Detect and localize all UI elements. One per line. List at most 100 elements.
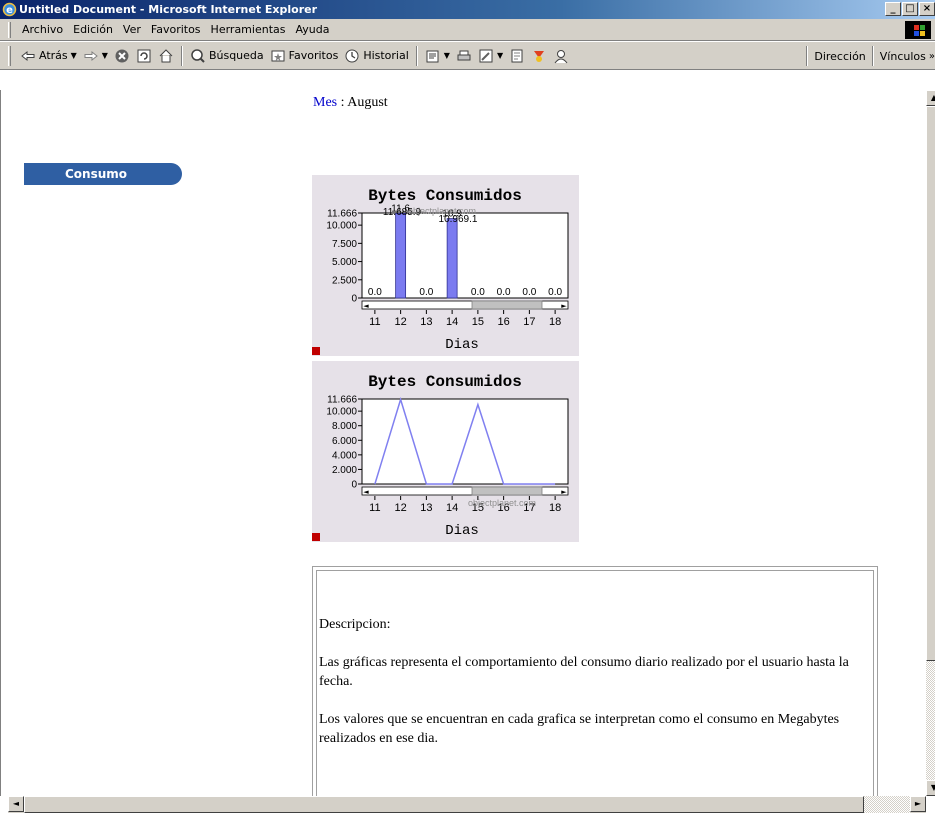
vertical-scrollbar[interactable]: ▲ ▼ xyxy=(926,90,935,796)
search-label: Búsqueda xyxy=(208,49,264,62)
x-axis-label: Dias xyxy=(445,337,479,353)
home-icon xyxy=(159,48,173,62)
forward-dropdown-icon[interactable]: ▼ xyxy=(102,51,108,60)
scroll-down-button[interactable]: ▼ xyxy=(926,780,935,796)
description-heading: Descripcion: xyxy=(319,617,391,632)
close-button[interactable]: × xyxy=(919,2,935,16)
scroller-left-arrow: ◄ xyxy=(363,302,369,310)
toolbar-grip[interactable] xyxy=(8,45,11,66)
month-value: August xyxy=(347,95,388,110)
x-tick-label: 11 xyxy=(369,502,380,514)
x-tick-label: 16 xyxy=(498,316,510,328)
menu-favoritos[interactable]: Favoritos xyxy=(146,23,206,36)
menu-ayuda[interactable]: Ayuda xyxy=(290,23,334,36)
search-button[interactable]: Búsqueda xyxy=(187,48,267,64)
mail-dropdown-icon[interactable]: ▼ xyxy=(444,51,450,60)
window-titlebar: e Untitled Document - Microsoft Internet… xyxy=(0,0,935,19)
menu-herramientas[interactable]: Herramientas xyxy=(206,23,291,36)
data-label: 0.0 xyxy=(368,287,382,298)
print-button[interactable] xyxy=(453,48,475,64)
data-label: 0.0 xyxy=(548,287,562,298)
history-label: Historial xyxy=(363,49,409,62)
toolbar-separator xyxy=(415,45,418,66)
menu-bar: Archivo Edición Ver Favoritos Herramient… xyxy=(0,19,935,41)
edit-button[interactable]: ▼ xyxy=(475,48,506,64)
stop-icon xyxy=(115,49,129,62)
y-tick-label: 0 xyxy=(351,480,357,491)
content-left-border xyxy=(0,90,8,796)
toolbar-separator xyxy=(871,46,874,66)
x-scroller-thumb xyxy=(471,486,543,496)
scroller-right-arrow: ► xyxy=(561,488,567,496)
menu-archivo[interactable]: Archivo xyxy=(17,23,68,36)
y-tick-label: 4.000 xyxy=(332,450,357,461)
consumo-nav-tab[interactable]: Consumo xyxy=(24,163,182,185)
description-box: Descripcion: Las gráficas representa el … xyxy=(312,566,878,806)
back-label: Atrás xyxy=(39,49,68,62)
printer-icon xyxy=(457,50,471,60)
description-inner: Descripcion: Las gráficas representa el … xyxy=(316,570,874,802)
legend-marker xyxy=(312,533,320,541)
x-tick-label: 18 xyxy=(549,502,561,514)
history-button[interactable]: Historial xyxy=(341,48,411,64)
x-tick-label: 14 xyxy=(446,316,458,328)
search-icon xyxy=(191,48,205,63)
description-paragraph-1: Las gráficas representa el comportamient… xyxy=(319,655,849,689)
chart-title: Bytes Consumidos xyxy=(368,373,522,391)
windows-logo-icon xyxy=(905,21,931,39)
home-button[interactable] xyxy=(155,48,177,64)
favorites-button[interactable]: Favoritos xyxy=(267,48,342,64)
links-label[interactable]: Vínculos xyxy=(877,50,929,63)
x-tick-label: 14 xyxy=(446,502,458,514)
y-tick-label: 2.500 xyxy=(332,275,357,286)
x-tick-label: 13 xyxy=(420,502,432,514)
contacts-button[interactable] xyxy=(550,48,572,64)
refresh-button[interactable] xyxy=(133,48,155,64)
line-chart-panel: Bytes Consumidos 11.666 10.000 8.000 6.000 4.… xyxy=(312,361,579,542)
y-tick-label: 5.000 xyxy=(332,257,357,268)
scroll-right-button[interactable]: ► xyxy=(910,796,926,812)
maximize-button[interactable]: □ xyxy=(902,2,918,16)
line-chart: Bytes Consumidos 11.66610.000 8.000 6.000 4.… xyxy=(312,373,569,541)
back-arrow-icon xyxy=(21,50,35,61)
discuss-button[interactable] xyxy=(506,48,528,64)
links-chevron-icon[interactable]: » xyxy=(929,51,935,62)
horizontal-scroll-thumb[interactable] xyxy=(24,796,864,813)
svg-text:e: e xyxy=(6,5,13,16)
x-tick-label: 13 xyxy=(420,316,432,328)
contacts-icon xyxy=(554,49,568,63)
back-button[interactable]: Atrás ▼ xyxy=(17,48,80,64)
messenger-button[interactable] xyxy=(528,48,550,64)
favorites-icon xyxy=(271,50,285,61)
bar-chart: Bytes Consumidos 11.66610.000 7.500 5.000 2.… xyxy=(312,187,569,355)
menu-ver[interactable]: Ver xyxy=(118,23,146,36)
menu-edicion[interactable]: Edición xyxy=(68,23,118,36)
address-label[interactable]: Dirección xyxy=(811,50,868,63)
back-dropdown-icon[interactable]: ▼ xyxy=(71,51,77,60)
vertical-scroll-thumb[interactable] xyxy=(926,106,935,661)
stop-button[interactable] xyxy=(111,48,133,64)
edit-dropdown-icon[interactable]: ▼ xyxy=(497,51,503,60)
mail-button[interactable]: ▼ xyxy=(422,48,453,64)
x-scroller-thumb xyxy=(471,300,543,310)
forward-button[interactable]: ▼ xyxy=(80,48,111,64)
watermark: objectplanet.com xyxy=(468,498,536,508)
scroll-left-button[interactable]: ◄ xyxy=(8,796,24,812)
minimize-button[interactable]: _ xyxy=(885,2,901,16)
y-tick-label: 11.666 xyxy=(327,395,357,406)
scroll-up-button[interactable]: ▲ xyxy=(926,90,935,106)
x-tick-label: 15 xyxy=(472,316,484,328)
legend-marker xyxy=(312,347,320,355)
toolbar-separator xyxy=(806,46,809,66)
toolbar-separator xyxy=(180,45,183,66)
month-label: Mes xyxy=(313,95,338,110)
y-tick-label: 11.666 xyxy=(327,209,357,220)
messenger-icon xyxy=(534,50,545,62)
bar xyxy=(446,218,458,299)
forward-arrow-icon xyxy=(84,50,98,61)
x-tick-label: 11 xyxy=(369,316,380,328)
horizontal-scrollbar[interactable]: ◄ ► xyxy=(8,796,926,813)
mail-icon xyxy=(426,50,439,62)
menu-grip[interactable] xyxy=(8,21,11,38)
y-tick-label: 10.000 xyxy=(326,407,357,418)
